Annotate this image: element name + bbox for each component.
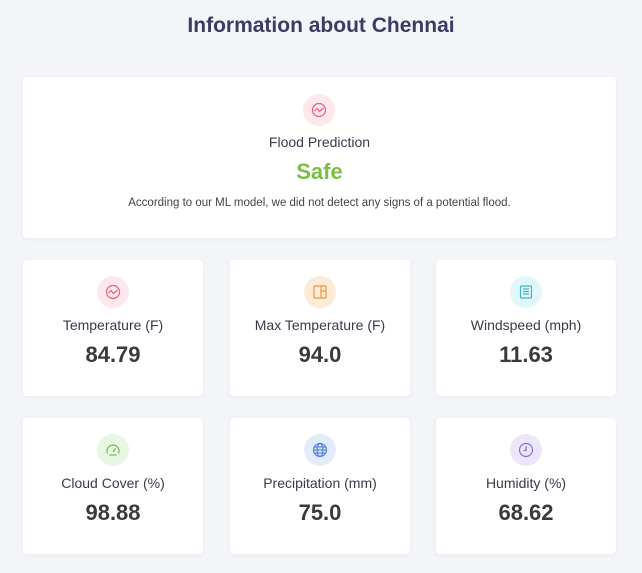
windspeed-card: Windspeed (mph) 11.63 — [436, 260, 616, 396]
flood-status: Safe — [296, 159, 343, 184]
stat-value: 98.88 — [85, 500, 141, 525]
wave-chart-icon — [303, 94, 335, 126]
flood-prediction-card: Flood Prediction Safe According to our M… — [23, 77, 616, 238]
stat-label: Cloud Cover (%) — [61, 475, 165, 491]
panel-icon — [304, 276, 336, 308]
page-title: Information about Chennai — [187, 14, 455, 37]
cloud-cover-card: Cloud Cover (%) 98.88 — [23, 418, 203, 554]
flood-prediction-label: Flood Prediction — [268, 134, 371, 150]
stat-value: 68.62 — [498, 500, 554, 525]
wave-chart-icon — [97, 276, 129, 308]
stat-label: Temperature (F) — [62, 317, 164, 333]
globe-icon — [304, 434, 336, 466]
precipitation-card: Precipitation (mm) 75.0 — [230, 418, 410, 554]
humidity-card: Humidity (%) 68.62 — [436, 418, 616, 554]
flood-description: According to our ML model, we did not de… — [128, 197, 511, 209]
stat-value: 94.0 — [298, 342, 342, 367]
stat-value: 11.63 — [499, 342, 553, 367]
stat-value: 84.79 — [85, 342, 141, 367]
max-temperature-card: Max Temperature (F) 94.0 — [230, 260, 410, 396]
temperature-card: Temperature (F) 84.79 — [23, 260, 203, 396]
stat-value: 75.0 — [298, 500, 342, 525]
clock-icon — [510, 434, 542, 466]
stat-label: Precipitation (mm) — [263, 475, 377, 491]
stat-label: Humidity (%) — [485, 475, 567, 491]
gauge-icon — [97, 434, 129, 466]
stat-label: Max Temperature (F) — [254, 317, 386, 333]
stat-label: Windspeed (mph) — [470, 317, 582, 333]
document-icon — [510, 276, 542, 308]
